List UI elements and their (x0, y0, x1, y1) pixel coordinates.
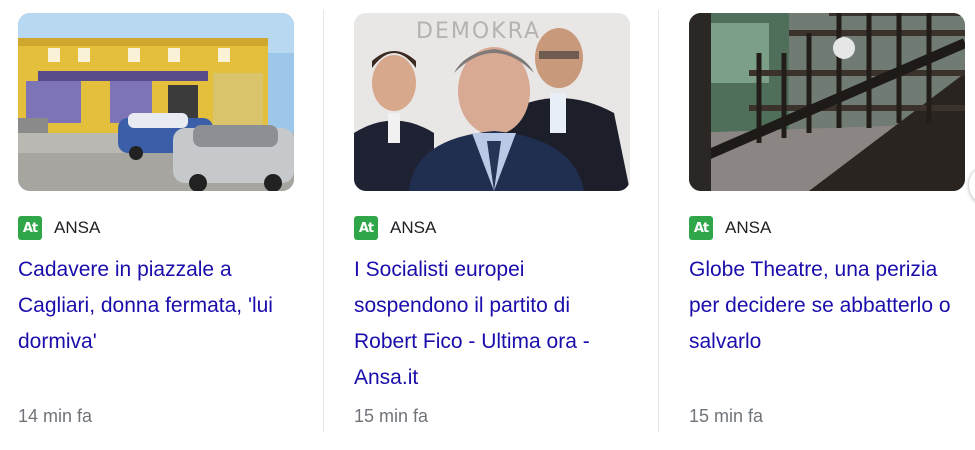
card-divider (658, 10, 659, 432)
news-card[interactable]: DEMOKRA At ANSA I Socialisti europei sos… (336, 0, 636, 450)
source-name: ANSA (725, 218, 772, 237)
svg-text:DEMOKRA: DEMOKRA (416, 19, 541, 44)
news-carousel: At ANSA Cadavere in piazzale a Cagliari,… (0, 0, 975, 450)
ansa-logo-icon: At (689, 216, 713, 240)
ansa-logo-icon: At (354, 216, 378, 240)
news-timestamp: 15 min fa (354, 406, 429, 426)
news-thumbnail[interactable]: DEMOKRA (354, 13, 630, 191)
source-name: ANSA (54, 218, 101, 237)
news-thumbnail[interactable] (18, 13, 294, 191)
news-card[interactable]: At ANSA Cadavere in piazzale a Cagliari,… (0, 0, 300, 450)
news-source: At ANSA (18, 216, 100, 240)
news-thumbnail[interactable] (689, 13, 965, 191)
news-timestamp: 14 min fa (18, 406, 93, 426)
news-card[interactable]: At ANSA Globe Theatre, una perizia per d… (671, 0, 971, 450)
ansa-logo-icon: At (18, 216, 42, 240)
news-headline-link[interactable]: Cadavere in piazzale a Cagliari, donna f… (18, 252, 300, 360)
news-timestamp: 15 min fa (689, 406, 764, 426)
news-headline-link[interactable]: Globe Theatre, una perizia per decidere … (689, 252, 971, 360)
news-source: At ANSA (689, 216, 771, 240)
news-headline-link[interactable]: I Socialisti europei sospendono il parti… (354, 252, 636, 396)
news-source: At ANSA (354, 216, 436, 240)
card-divider (323, 10, 324, 432)
source-name: ANSA (390, 218, 437, 237)
